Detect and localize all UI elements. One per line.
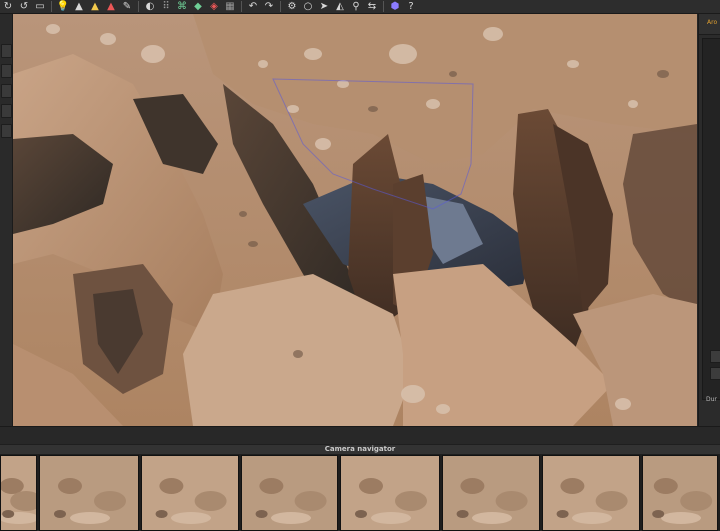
camera-navigator-title: Camera navigator: [324, 445, 396, 453]
left-strip-button[interactable]: [1, 84, 12, 98]
left-tool-strip: [0, 14, 13, 426]
frame-icon[interactable]: ▦: [222, 0, 238, 13]
left-strip-button[interactable]: [1, 124, 12, 138]
toolbar-separator: [138, 1, 139, 12]
camera-thumbnail[interactable]: [641, 455, 718, 531]
right-panel-button[interactable]: [710, 350, 720, 363]
camera-thumbnail-image: [40, 456, 138, 530]
gear-icon[interactable]: ⚙: [284, 0, 300, 13]
mesh-solid-icon[interactable]: ◆: [190, 0, 206, 13]
right-panel: Aro Dur: [698, 14, 720, 426]
camera-thumbnail[interactable]: [39, 455, 139, 531]
rock-scene: [13, 14, 697, 426]
redo-icon[interactable]: ↷: [261, 0, 277, 13]
right-panel-title: Aro: [707, 19, 718, 26]
right-panel-footer-label: Dur: [706, 396, 717, 403]
panel-divider: [0, 426, 720, 445]
toolbar-separator: [241, 1, 242, 12]
cube-icon[interactable]: ⬢: [387, 0, 403, 13]
sparse-cloud-icon[interactable]: ▲: [71, 0, 87, 13]
undo-icon[interactable]: ↶: [245, 0, 261, 13]
camera-thumbnail[interactable]: [442, 455, 540, 531]
brush-icon[interactable]: ✎: [119, 0, 135, 13]
left-strip-button[interactable]: [1, 104, 12, 118]
toolbar-separator: [280, 1, 281, 12]
pin-icon[interactable]: ⚲: [348, 0, 364, 13]
pointer-icon[interactable]: ➤: [316, 0, 332, 13]
toolbar-separator: [383, 1, 384, 12]
panel-toggle-icon[interactable]: ▭: [32, 0, 48, 13]
camera-thumbnail-image: [241, 456, 338, 530]
help-icon[interactable]: ?: [403, 0, 419, 13]
rotate-ccw-icon[interactable]: ↺: [16, 0, 32, 13]
colored-mesh-icon[interactable]: ▲: [103, 0, 119, 13]
camera-thumbnail-image: [141, 456, 238, 530]
camera-thumbnail[interactable]: [140, 455, 239, 531]
measure-icon[interactable]: ◭: [332, 0, 348, 13]
circle-select-icon[interactable]: ○: [300, 0, 316, 13]
light-bulb-icon[interactable]: 💡: [55, 0, 71, 13]
camera-thumbnail-image: [443, 456, 539, 530]
camera-thumbnail-image: [542, 456, 639, 530]
paint-bucket-icon[interactable]: ◐: [142, 0, 158, 13]
camera-thumbnail[interactable]: [340, 455, 441, 531]
camera-thumbnail-image: [341, 456, 440, 530]
left-strip-button[interactable]: [1, 64, 12, 78]
camera-thumbnail[interactable]: [541, 455, 640, 531]
camera-thumbnail[interactable]: [240, 455, 339, 531]
camera-navigator-strip: [0, 454, 720, 531]
camera-thumbnail-image: [642, 456, 717, 530]
right-panel-content: [702, 38, 720, 400]
texture-icon[interactable]: ◈: [206, 0, 222, 13]
dense-cloud-icon[interactable]: ▲: [87, 0, 103, 13]
mesh-wire-icon[interactable]: ⌘: [174, 0, 190, 13]
camera-thumbnail-image: [1, 456, 37, 530]
right-panel-button[interactable]: [710, 367, 720, 380]
right-panel-header: Aro: [699, 14, 720, 35]
main-toolbar: ↻ ↺ ▭ 💡 ▲ ▲ ▲ ✎ ◐ ⠿ ⌘ ◆ ◈ ▦ ↶ ↷ ⚙ ○ ➤ ◭ ⚲ ⇆ ⬢?: [0, 0, 720, 14]
toolbar-separator: [51, 1, 52, 12]
rotate-cw-icon[interactable]: ↻: [0, 0, 16, 13]
left-strip-button[interactable]: [1, 44, 12, 58]
grid-points-icon[interactable]: ⠿: [158, 0, 174, 13]
camera-thumbnail[interactable]: [0, 455, 38, 531]
3d-viewport[interactable]: [13, 14, 697, 426]
transform-icon[interactable]: ⇆: [364, 0, 380, 13]
